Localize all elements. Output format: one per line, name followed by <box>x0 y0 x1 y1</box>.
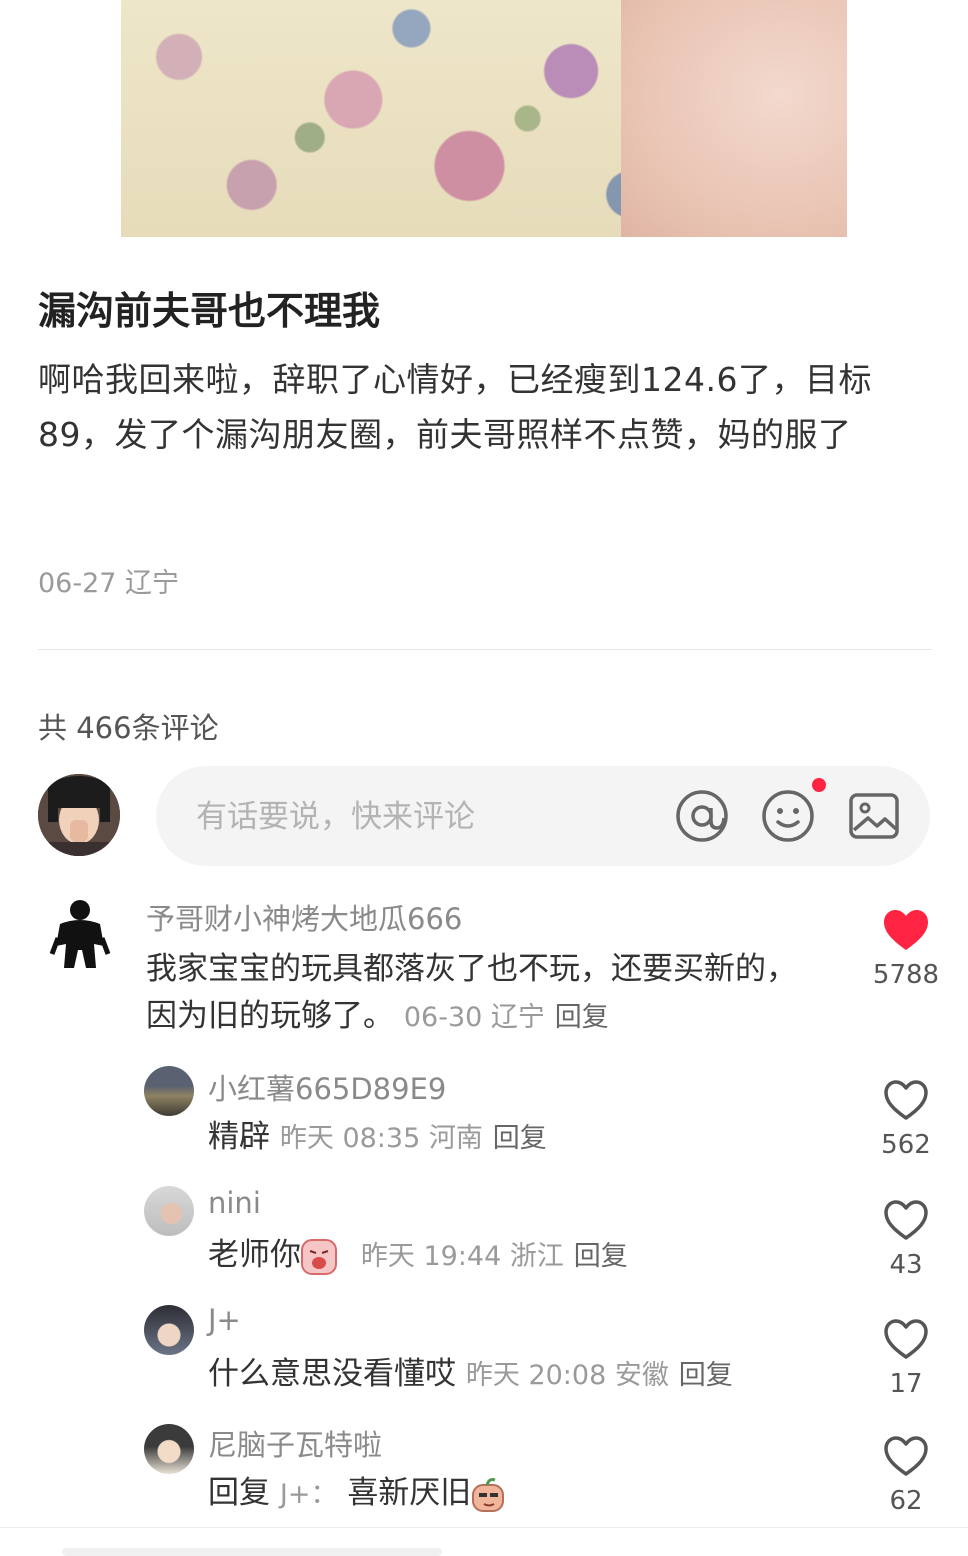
like-button[interactable]: 43 <box>866 1198 946 1280</box>
avatar[interactable] <box>144 1186 194 1236</box>
heart-outline-icon <box>884 1080 928 1120</box>
reply-author[interactable]: 小红薯665D89E9 <box>208 1066 446 1108</box>
crying-sticker-icon <box>301 1238 337 1275</box>
post-image[interactable] <box>121 0 847 237</box>
reply-author[interactable]: J+ <box>208 1303 241 1337</box>
comment-count: 共 466条评论 <box>38 711 219 745</box>
like-count: 62 <box>889 1486 923 1516</box>
reply-prefix: 回复 <box>208 1475 270 1511</box>
reply-text: 喜新厌旧 <box>347 1475 472 1511</box>
heart-outline-icon <box>884 1200 928 1240</box>
avatar[interactable] <box>144 1424 194 1474</box>
like-button[interactable]: 62 <box>866 1434 946 1516</box>
reply-text: 什么意思没看懂哎 <box>208 1356 456 1392</box>
comment-text-block: 我家宝宝的玩具都落灰了也不玩，还要买新的，因为旧的玩够了。 06-30 辽宁 回… <box>146 946 826 1041</box>
comment-input[interactable] <box>194 792 658 842</box>
like-button[interactable]: 5788 <box>866 908 946 990</box>
avatar[interactable] <box>144 1305 194 1355</box>
reply-text-block: 什么意思没看懂哎 昨天 20:08 安徽 回复 <box>208 1351 848 1399</box>
silhouette-avatar-icon <box>49 900 111 968</box>
post-meta: 06-27 辽宁 <box>38 568 180 599</box>
reply-text-block: 回复 J+： 喜新厌旧 <box>208 1470 828 1518</box>
like-button[interactable]: 562 <box>866 1078 946 1160</box>
cartoon-sticker-icon <box>472 1477 505 1512</box>
comment-meta: 06-30 辽宁 <box>403 1002 545 1033</box>
reply-text: 老师你 <box>208 1237 301 1273</box>
reply-author[interactable]: nini <box>208 1186 261 1220</box>
reply-to-user[interactable]: J+： <box>280 1479 338 1510</box>
reply-button[interactable]: 回复 <box>574 1241 628 1272</box>
bottom-bar <box>62 1548 442 1556</box>
reply-meta: 昨天 19:44 浙江 <box>360 1241 564 1272</box>
emoji-button[interactable] <box>760 788 816 844</box>
post-image-skin-area <box>621 0 847 237</box>
smiley-icon <box>762 790 814 842</box>
reply-button[interactable]: 回复 <box>493 1123 547 1154</box>
avatar[interactable] <box>144 1066 194 1116</box>
my-avatar[interactable] <box>38 774 120 856</box>
comment-input-box[interactable] <box>156 766 930 866</box>
image-icon <box>849 793 899 839</box>
heart-outline-icon <box>884 1436 928 1476</box>
reply-button[interactable]: 回复 <box>555 1002 609 1033</box>
reply-meta: 昨天 08:35 河南 <box>279 1123 483 1154</box>
post-body: 啊哈我回来啦，辞职了心情好，已经瘦到124.6了，目标89，发了个漏沟朋友圈，前… <box>38 360 872 454</box>
like-count: 562 <box>881 1130 931 1160</box>
reply-meta: 昨天 20:08 安徽 <box>465 1360 669 1391</box>
avatar-illustration-icon <box>38 774 120 856</box>
reply-text-block: 老师你 昨天 19:44 浙江 回复 <box>208 1232 828 1280</box>
notification-dot <box>812 778 826 792</box>
comment-author[interactable]: 予哥财小神烤大地瓜666 <box>146 896 462 938</box>
reply-text-block: 精辟 昨天 08:35 河南 回复 <box>208 1114 828 1162</box>
like-count: 17 <box>889 1369 923 1399</box>
like-count: 43 <box>889 1250 923 1280</box>
avatar[interactable] <box>38 894 122 978</box>
at-icon <box>676 790 728 842</box>
post-title: 漏沟前夫哥也不理我 <box>38 289 381 333</box>
divider <box>38 649 932 650</box>
reply-author[interactable]: 尼脑子瓦特啦 <box>208 1422 382 1464</box>
mention-button[interactable] <box>674 788 730 844</box>
heart-outline-icon <box>884 1319 928 1359</box>
like-count: 5788 <box>872 960 940 990</box>
image-button[interactable] <box>846 788 902 844</box>
heart-filled-icon <box>884 910 928 950</box>
reply-text: 精辟 <box>208 1119 270 1155</box>
like-button[interactable]: 17 <box>866 1317 946 1399</box>
reply-button[interactable]: 回复 <box>679 1360 733 1391</box>
bottom-divider <box>0 1527 968 1528</box>
